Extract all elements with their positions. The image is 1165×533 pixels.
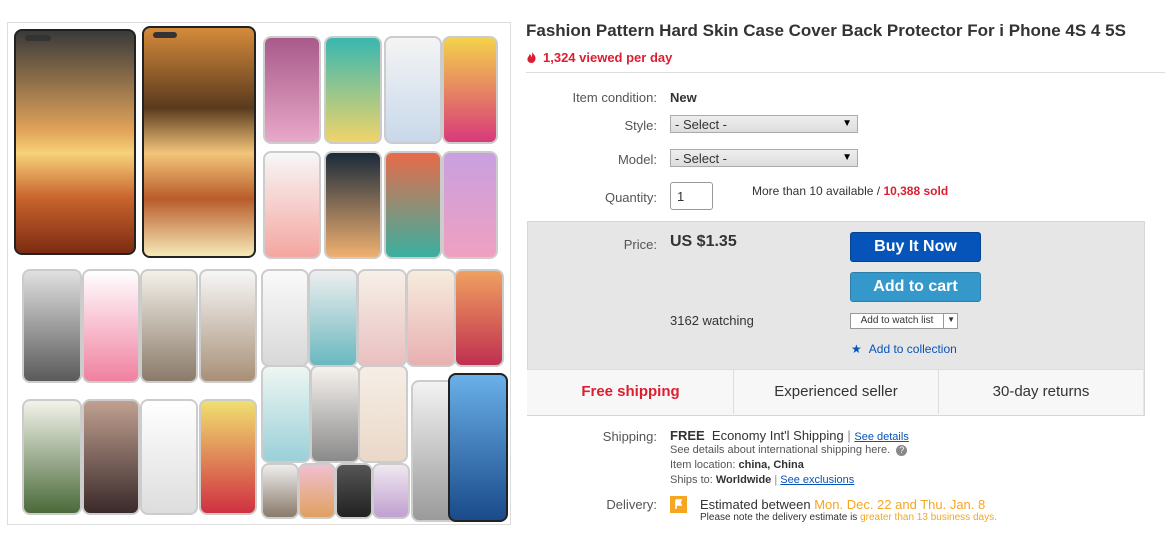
condition-value: New [670,90,697,105]
case-small [263,151,321,259]
case-dreamcatcher [14,29,136,255]
delivery-dates: Mon. Dec. 22 and Thu. Jan. 8 [814,497,986,512]
shipping-service: Economy Int'l Shipping [711,428,844,443]
watching-count: 3162 watching [670,313,754,328]
shipping-label: Shipping: [602,429,657,444]
case-small [335,463,373,519]
quantity-input[interactable]: 1 [670,182,713,210]
delivery-note-text: Please note the delivery estimate is [700,512,858,523]
flame-icon [527,51,536,63]
shipping-line: FREE Economy Int'l Shipping | See detail… [670,428,909,443]
watch-list-label: Add to watch list [851,314,944,328]
case-small [442,151,498,259]
listing-title: Fashion Pattern Hard Skin Case Cover Bac… [526,21,1126,40]
style-selected: - Select - [675,117,728,132]
delivery-note-highlight: greater than 13 business days. [860,512,997,523]
sold-count[interactable]: 10,388 sold [883,184,948,198]
case-small [263,36,321,144]
case-small [372,463,410,519]
delivery-label: Delivery: [606,497,657,512]
style-label: Style: [624,118,657,133]
location-value: china, China [738,459,804,471]
case-small [406,269,456,367]
chevron-down-icon[interactable]: ▼ [947,315,955,324]
add-to-collection-label: Add to collection [868,342,957,356]
case-small [261,365,311,463]
views-counter: 1,324 viewed per day [526,50,672,65]
delivery-note: Please note the delivery estimate is gre… [700,512,997,523]
delivery-flag-icon [670,496,687,513]
case-small [140,269,198,383]
delivery-estimate-text: Estimated between [700,497,811,512]
case-small [324,151,382,259]
case-small [22,269,82,383]
badge-experienced-seller: Experienced seller [774,383,898,400]
badge-free-shipping: Free shipping [581,383,680,400]
style-select[interactable]: - Select - ▼ [670,115,858,133]
star-icon: ★ [851,342,862,356]
buy-it-now-button[interactable]: Buy It Now [850,232,981,262]
shipping-note: See details about international shipping… [670,444,908,456]
case-small [199,399,257,515]
dropdown-arrow-icon: ▼ [842,152,852,163]
add-to-watch-list-button[interactable]: Add to watch list ▼ [850,313,958,329]
case-small [358,365,408,463]
model-select[interactable]: - Select - ▼ [670,149,858,167]
case-small [310,365,360,463]
price: US $1.35 [670,233,737,250]
phone-screen [448,373,508,522]
views-text: 1,324 viewed per day [543,50,673,65]
ships-to: Ships to: Worldwide | See exclusions [670,474,855,486]
case-small [442,36,498,144]
case-small [22,399,82,515]
shipping-free: FREE [670,428,705,443]
ships-to-value: Worldwide [715,474,772,486]
case-small [261,269,309,367]
add-to-cart-button[interactable]: Add to cart [850,272,981,302]
location-label: Item location: [670,459,736,471]
add-to-collection-link[interactable]: ★ Add to collection [851,342,957,356]
ships-to-label: Ships to: [670,474,713,486]
case-small [308,269,358,367]
shipping-note-text: See details about international shipping… [670,444,891,456]
availability-text: More than 10 available / [752,184,881,198]
case-small [261,463,299,519]
help-icon[interactable]: ? [896,445,908,456]
case-small [454,269,504,367]
case-small [82,269,140,383]
condition-label: Item condition: [572,90,657,105]
case-small [357,269,407,367]
see-details-link[interactable]: See details [854,431,908,443]
item-location: Item location: china, China [670,459,804,471]
dropdown-arrow-icon: ▼ [842,118,852,129]
price-label: Price: [623,237,657,252]
model-label: Model: [617,152,657,167]
case-small [384,36,442,144]
product-image[interactable] [7,22,511,525]
model-selected: - Select - [675,151,728,166]
divider [526,72,1165,73]
case-small [298,463,336,519]
availability: More than 10 available / 10,388 sold [752,184,948,198]
case-small [199,269,257,383]
case-tiger [142,26,256,258]
badge-returns: 30-day returns [992,383,1090,400]
delivery-estimate: Estimated between Mon. Dec. 22 and Thu. … [700,497,985,512]
quantity-label: Quantity: [604,190,657,205]
case-small [82,399,140,515]
case-small [384,151,442,259]
case-small [140,399,198,515]
case-small [324,36,382,144]
see-exclusions-link[interactable]: See exclusions [780,474,854,486]
